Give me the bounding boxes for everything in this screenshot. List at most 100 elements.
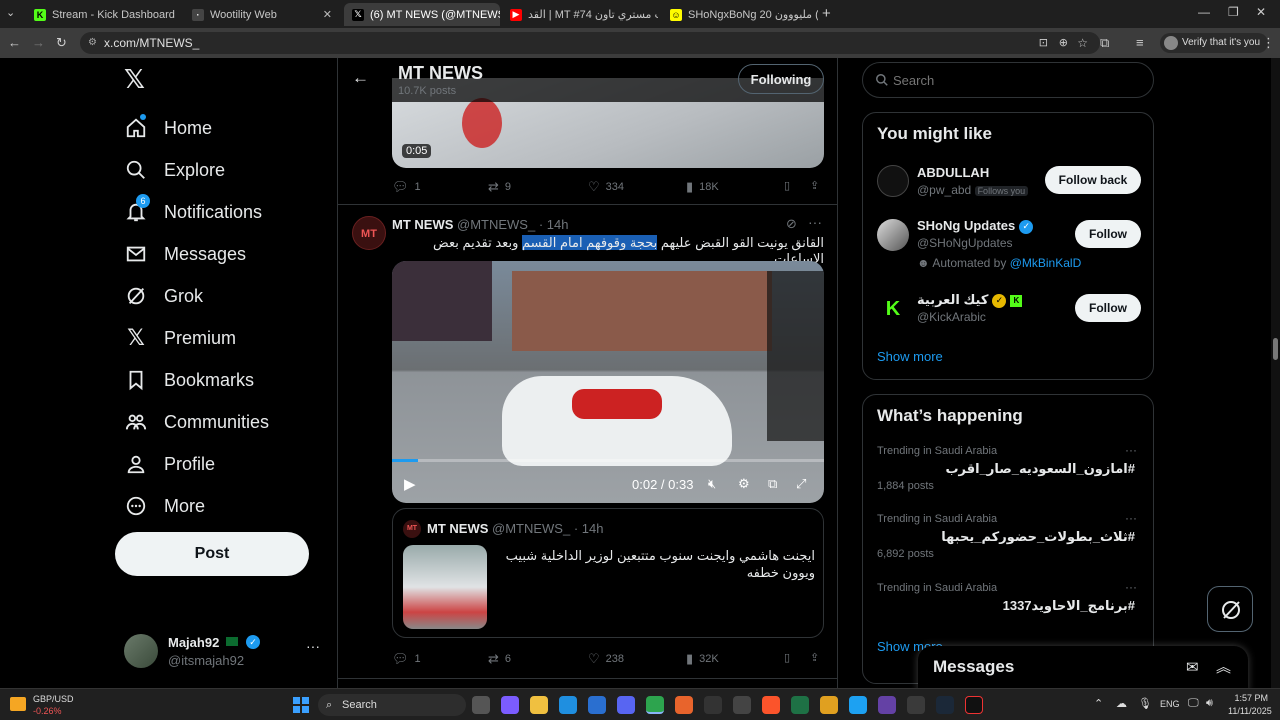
trend-more-icon[interactable]: ··· bbox=[1125, 443, 1137, 457]
ticker-name[interactable]: GBP/USD bbox=[33, 694, 74, 704]
brave-icon[interactable] bbox=[762, 696, 780, 714]
reload-icon[interactable]: ↻ bbox=[56, 35, 67, 51]
store-icon[interactable] bbox=[588, 696, 606, 714]
scrollbar-thumb[interactable] bbox=[1273, 338, 1278, 360]
forward-icon[interactable]: → bbox=[32, 35, 45, 50]
avatar[interactable]: MT bbox=[352, 216, 386, 250]
app-icon[interactable] bbox=[704, 696, 722, 714]
automated-by-link[interactable]: @MkBinKalD bbox=[1010, 256, 1082, 270]
bookmark-icon[interactable]: ▯ bbox=[784, 651, 790, 664]
follow-back-button[interactable]: Follow back bbox=[1045, 166, 1141, 194]
new-tab-icon[interactable]: + bbox=[822, 5, 831, 22]
bookmark-star-icon[interactable]: ☆ bbox=[1077, 32, 1088, 54]
back-arrow-icon[interactable]: ← bbox=[352, 68, 369, 88]
nav-profile[interactable]: Profile bbox=[124, 446, 215, 482]
tweet-video-player[interactable]: ▶ 0:02 / 0:33 🔇︎ ⚙ ⧉ ⤢ bbox=[392, 261, 824, 503]
fullscreen-icon[interactable]: ⤢ bbox=[796, 476, 806, 492]
nav-communities[interactable]: Communities bbox=[124, 404, 269, 440]
windows-start-icon[interactable] bbox=[293, 697, 309, 713]
nav-messages[interactable]: Messages bbox=[124, 236, 246, 272]
tab-search-icon[interactable]: ⌄ bbox=[6, 6, 15, 19]
volume-icon[interactable]: 🔊︎ bbox=[1206, 697, 1213, 710]
media-control-icon[interactable]: ≡ bbox=[1136, 35, 1144, 50]
browser-menu-icon[interactable]: ⋮ bbox=[1262, 35, 1275, 51]
reply-button[interactable]: 💬︎ 1 bbox=[392, 179, 421, 195]
suggested-user-name[interactable]: ABDULLAH bbox=[917, 165, 989, 180]
new-message-icon[interactable]: ✉ bbox=[1186, 658, 1199, 676]
author-handle[interactable]: @MTNEWS_ bbox=[457, 217, 535, 232]
search-box[interactable] bbox=[862, 62, 1154, 98]
like-button[interactable]: ♡ 334 bbox=[588, 179, 624, 195]
app-icon[interactable] bbox=[675, 696, 693, 714]
trend-title[interactable]: #برنامج_الاحاويد1337 bbox=[1003, 598, 1135, 614]
search-input[interactable] bbox=[893, 70, 1143, 90]
follow-button[interactable]: Follow bbox=[1075, 220, 1141, 248]
discord-icon[interactable] bbox=[617, 696, 635, 714]
suggested-user-name[interactable]: SHoNg Updates ✓ bbox=[917, 218, 1034, 234]
taskbar-search[interactable]: ⌕ Search bbox=[318, 694, 466, 716]
nav-grok[interactable]: Grok bbox=[124, 278, 203, 314]
copilot-icon[interactable] bbox=[501, 696, 519, 714]
tweet-time[interactable]: · 14h bbox=[539, 217, 569, 232]
excel-icon[interactable] bbox=[791, 696, 809, 714]
nav-bookmarks[interactable]: Bookmarks bbox=[124, 362, 254, 398]
zoom-icon[interactable]: ⊕ bbox=[1059, 32, 1068, 54]
nav-home[interactable]: Home bbox=[124, 110, 212, 146]
trend-title[interactable]: #امازون_السعوديه_صار_اقرب bbox=[945, 461, 1135, 477]
account-more-icon[interactable]: ··· bbox=[306, 638, 320, 654]
share-icon[interactable]: ⇪ bbox=[810, 179, 819, 192]
app-icon[interactable] bbox=[878, 696, 896, 714]
address-bar[interactable]: ⚙ x.com/MTNEWS_ ⊡ ⊕ ☆ bbox=[80, 32, 1100, 54]
chrome-icon[interactable] bbox=[646, 696, 664, 714]
views-button[interactable]: ▮ 18K bbox=[686, 179, 719, 195]
microphone-icon[interactable]: 🎙︎ bbox=[1138, 697, 1152, 710]
trend-more-icon[interactable]: ··· bbox=[1125, 511, 1137, 525]
edge-icon[interactable] bbox=[559, 696, 577, 714]
grok-floating-button[interactable] bbox=[1207, 586, 1253, 632]
expand-drawer-icon[interactable]: ︽ bbox=[1216, 656, 1231, 677]
x-logo-icon[interactable]: 𝕏 bbox=[124, 66, 150, 92]
profile-chip[interactable]: Verify that it's you bbox=[1160, 33, 1269, 53]
restore-icon[interactable]: ❐ bbox=[1228, 5, 1239, 19]
show-more-link[interactable]: Show more bbox=[877, 349, 943, 364]
network-icon[interactable]: 🖵︎ bbox=[1188, 697, 1199, 710]
views-button[interactable]: ▮ 32K bbox=[686, 651, 719, 667]
tweet-more-icon[interactable]: ··· bbox=[808, 214, 822, 230]
close-icon[interactable]: ✕ bbox=[175, 8, 180, 21]
trend-more-icon[interactable]: ··· bbox=[1125, 580, 1137, 594]
tab-mt-news[interactable]: 𝕏 (6) MT NEWS (@MTNEWS_) / X ✕ bbox=[344, 3, 500, 26]
site-info-icon[interactable]: ⚙ bbox=[88, 32, 97, 54]
follow-button[interactable]: Follow bbox=[1075, 294, 1141, 322]
nav-premium[interactable]: 𝕏 Premium bbox=[124, 320, 236, 356]
post-button[interactable]: Post bbox=[115, 532, 309, 576]
trend-title[interactable]: #ثلاث_بطولات_حضوركم_يحبها bbox=[941, 529, 1135, 545]
tab-kick-dashboard[interactable]: K Stream - Kick Dashboard ✕ bbox=[26, 3, 180, 26]
retweet-button[interactable]: ⇄ 9 bbox=[488, 179, 511, 195]
avatar[interactable] bbox=[877, 219, 909, 251]
avatar[interactable] bbox=[877, 165, 909, 197]
tab-youtube-clips[interactable]: ▶ القد | MT #74 كليبات مستري تاون ✕ bbox=[502, 3, 658, 26]
app-icon[interactable] bbox=[907, 696, 925, 714]
mute-icon[interactable]: 🔇︎ bbox=[708, 476, 716, 492]
tab-wootility[interactable]: · Wootility Web ✕ bbox=[184, 3, 340, 26]
author-name[interactable]: MT NEWS bbox=[392, 217, 453, 232]
quoted-tweet[interactable]: MT MT NEWS @MTNEWS_ · 14h ايجنت هاشمي وا… bbox=[392, 508, 824, 638]
language-indicator[interactable]: ENG bbox=[1160, 699, 1180, 709]
app-icon[interactable] bbox=[849, 696, 867, 714]
nav-notifications[interactable]: 6 Notifications bbox=[124, 194, 262, 230]
suggested-user-name[interactable]: كيك العربية ✓ K bbox=[917, 292, 1023, 308]
app-icon[interactable] bbox=[820, 696, 838, 714]
kick-logo-avatar[interactable]: K bbox=[877, 293, 909, 325]
video-progress-track[interactable] bbox=[392, 459, 824, 462]
nav-more[interactable]: More bbox=[124, 488, 205, 524]
steam-icon[interactable] bbox=[936, 696, 954, 714]
task-view-icon[interactable] bbox=[472, 696, 490, 714]
tray-chevron-icon[interactable]: ⌃ bbox=[1094, 697, 1103, 710]
tab-shongxbong[interactable]: ☺ SHoNgxBoNg 20 مليووون (@sh ✕ bbox=[662, 3, 818, 26]
tiktok-icon[interactable] bbox=[965, 696, 983, 714]
settings-gear-icon[interactable]: ⚙ bbox=[738, 476, 750, 492]
retweet-button[interactable]: ⇄ 6 bbox=[488, 651, 511, 667]
file-explorer-icon[interactable] bbox=[530, 696, 548, 714]
share-icon[interactable]: ⇪ bbox=[810, 651, 819, 664]
play-icon[interactable]: ▶ bbox=[404, 475, 416, 493]
